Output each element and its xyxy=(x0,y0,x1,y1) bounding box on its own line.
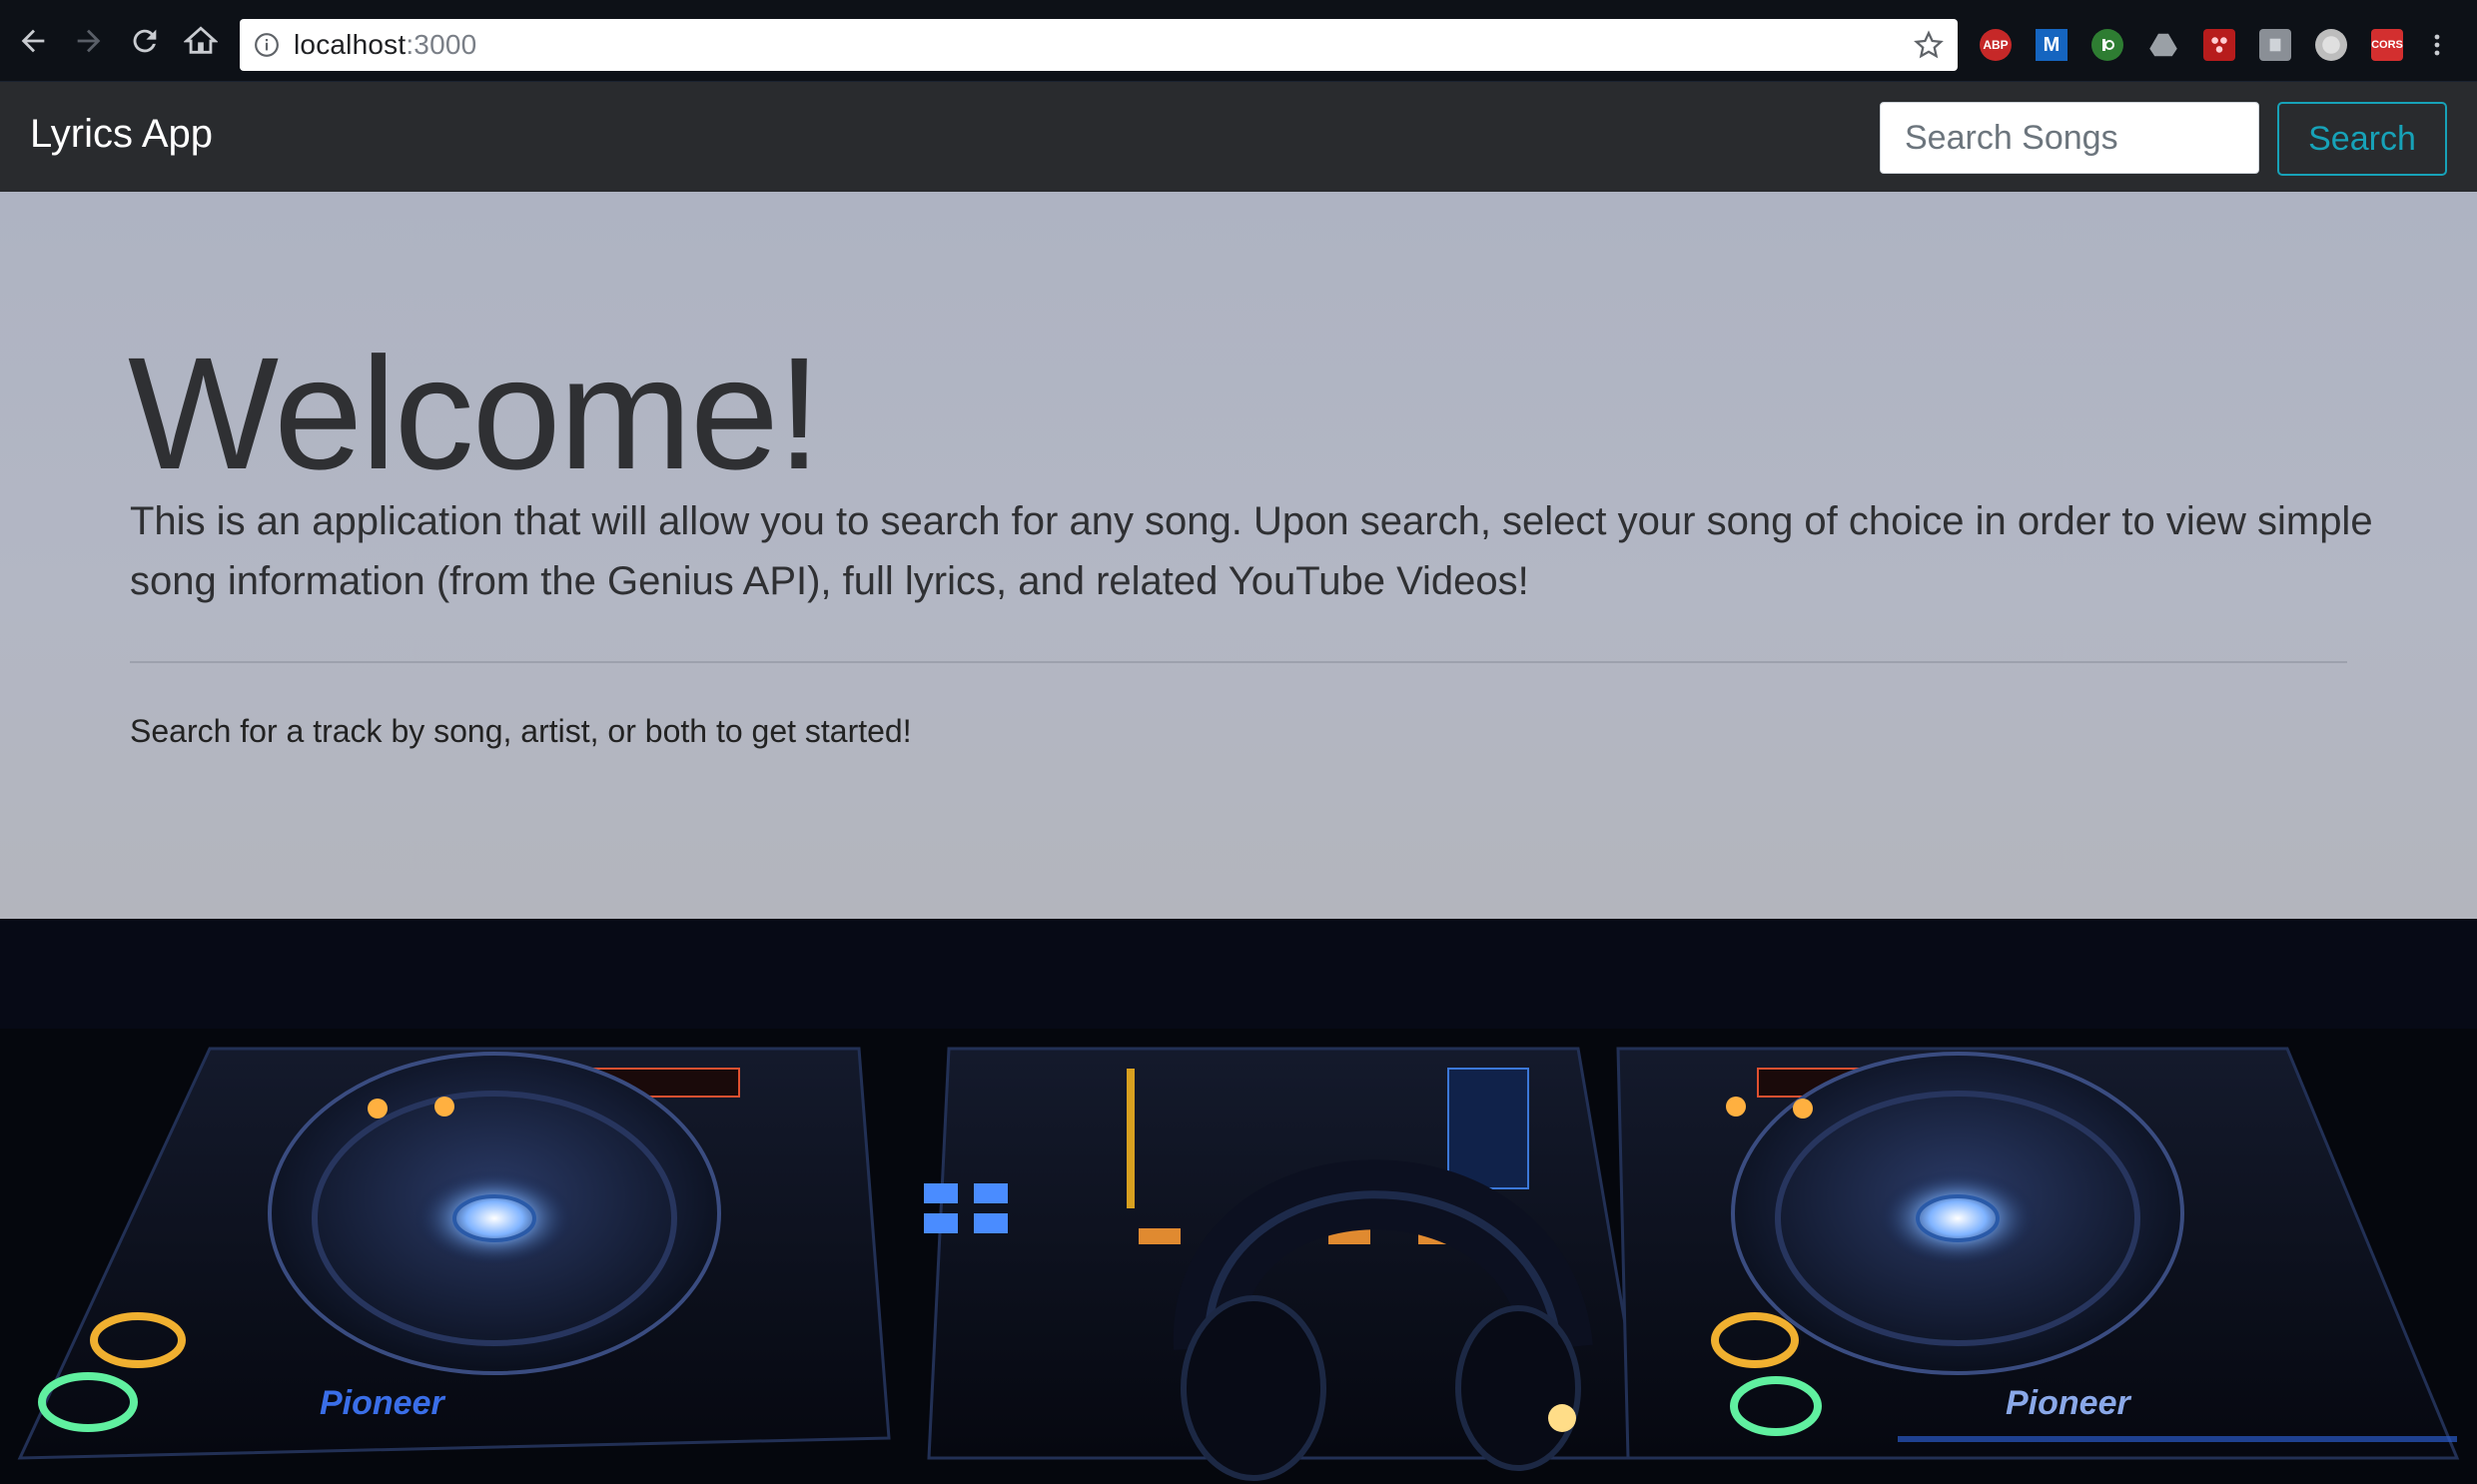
home-icon[interactable] xyxy=(178,18,224,64)
navbar-brand[interactable]: Lyrics App xyxy=(30,112,213,157)
drive-extension-icon[interactable] xyxy=(2147,29,2179,61)
url-text: localhost:3000 xyxy=(294,29,477,60)
page-extension-icon[interactable] xyxy=(2259,29,2291,61)
divider xyxy=(130,661,2347,663)
green-extension-icon[interactable] xyxy=(2091,29,2123,61)
bookmark-star-icon[interactable] xyxy=(1914,30,1944,60)
dj-equipment-background: Pioneer Pioneer xyxy=(0,919,2477,1484)
intro-paragraph: This is an application that will allow y… xyxy=(130,499,2373,603)
reload-icon[interactable] xyxy=(122,18,168,64)
grid-extension-icon[interactable] xyxy=(2203,29,2235,61)
navbar: Lyrics App Search xyxy=(0,82,2477,192)
pioneer-logo-right: Pioneer xyxy=(2006,1384,2131,1422)
address-bar[interactable]: localhost:3000 xyxy=(240,19,1958,71)
search-songs-input[interactable] xyxy=(1880,102,2259,174)
jumbotron: Welcome! This is an application that wil… xyxy=(0,192,2477,919)
info-icon[interactable] xyxy=(254,32,280,58)
search-button[interactable]: Search xyxy=(2277,102,2447,176)
profile-extension-icon[interactable] xyxy=(2315,29,2347,61)
browser-toolbar: localhost:3000 ABP M CORS xyxy=(0,0,2477,82)
forward-icon[interactable] xyxy=(66,18,112,64)
adblock-extension-icon[interactable]: ABP xyxy=(1980,29,2012,61)
welcome-heading: Welcome! xyxy=(128,324,821,502)
menu-dots-icon[interactable] xyxy=(2427,29,2447,61)
pioneer-logo-left: Pioneer xyxy=(320,1384,445,1422)
cors-extension-icon[interactable]: CORS xyxy=(2371,29,2403,61)
back-icon[interactable] xyxy=(10,18,56,64)
getting-started-text: Search for a track by song, artist, or b… xyxy=(130,713,912,749)
m-extension-icon[interactable]: M xyxy=(2036,29,2067,61)
